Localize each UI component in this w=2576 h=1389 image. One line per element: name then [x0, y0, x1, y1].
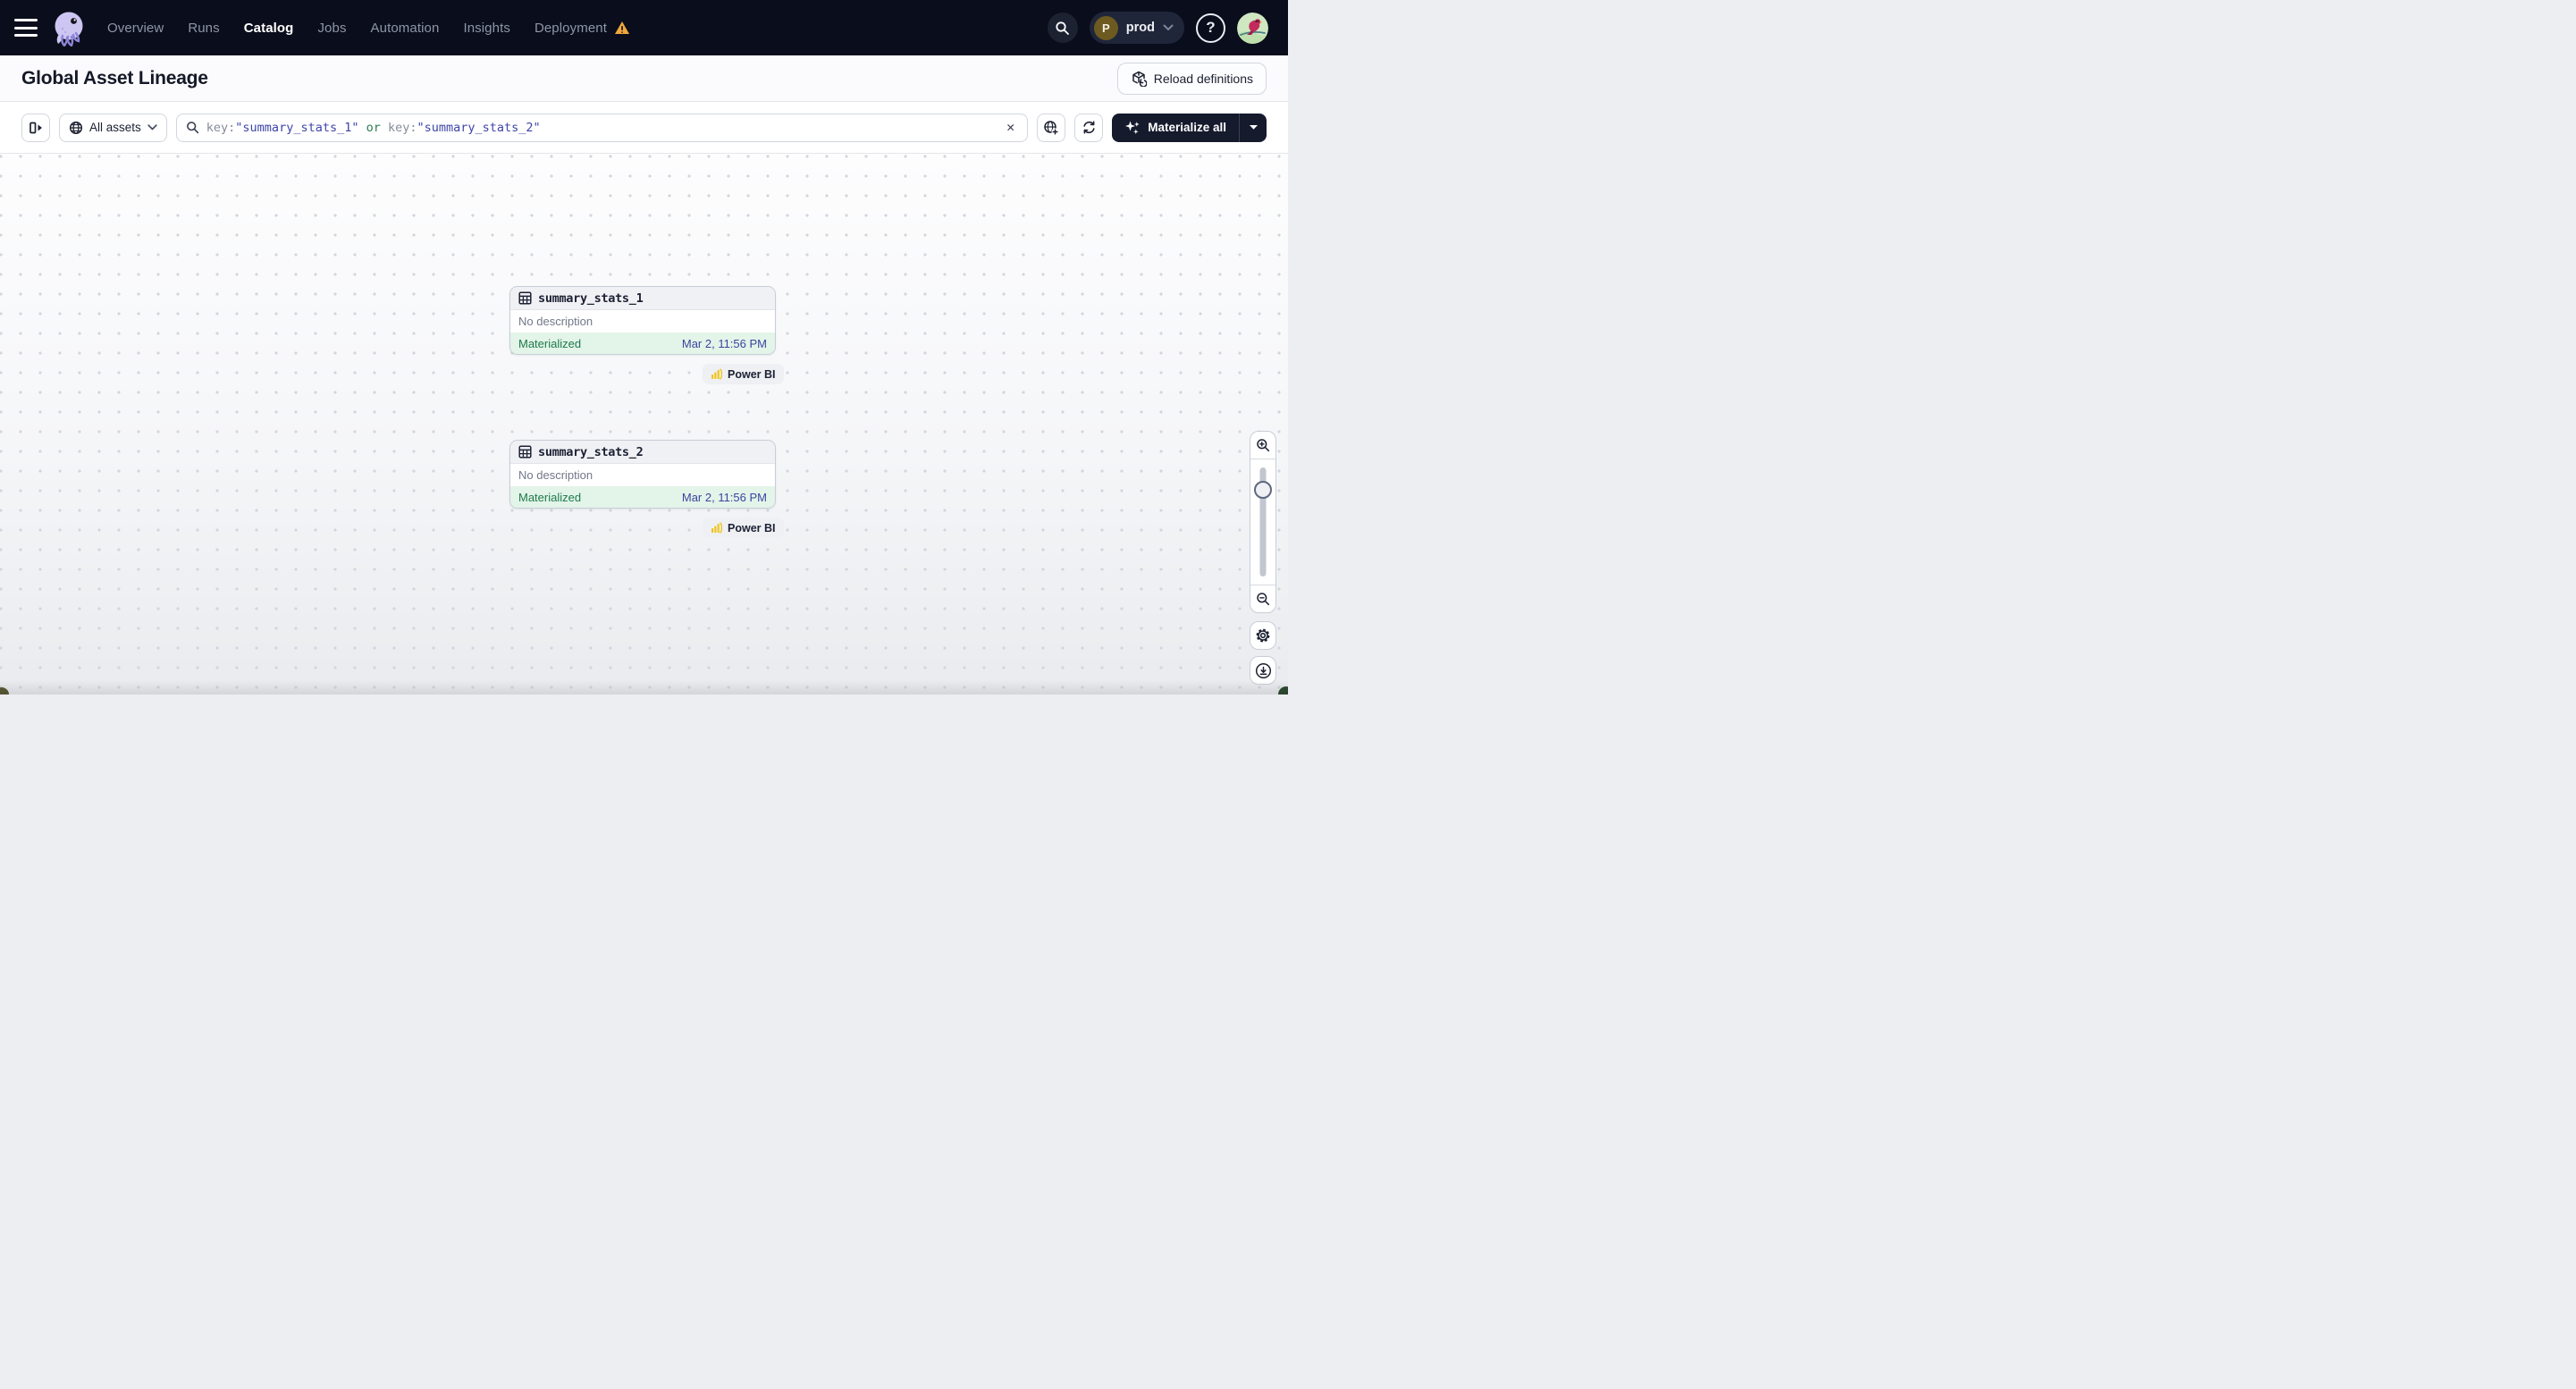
nav-item-jobs[interactable]: Jobs: [317, 21, 346, 36]
asset-name: summary_stats_2: [538, 444, 644, 459]
search-icon: [186, 122, 198, 134]
nav-item-deployment[interactable]: Deployment: [535, 21, 630, 36]
asset-name: summary_stats_1: [538, 290, 644, 306]
workspace-avatar: P: [1093, 15, 1118, 40]
dagster-logo[interactable]: [50, 9, 88, 46]
chevron-down-icon: [147, 124, 157, 130]
search-query-text: key:"summary_stats_1" or key:"summary_st…: [206, 120, 541, 135]
materialize-options-button[interactable]: [1239, 113, 1267, 142]
help-icon: ?: [1206, 19, 1216, 36]
asset-tag-label: Power BI: [728, 521, 776, 535]
status-badge: Materialized: [518, 336, 582, 350]
hamburger-menu-icon[interactable]: [14, 19, 38, 37]
warning-icon: [614, 21, 629, 34]
page-header: Global Asset Lineage Reload definitions: [0, 55, 1288, 102]
nav-item-insights[interactable]: Insights: [463, 21, 510, 36]
reload-definitions-label: Reload definitions: [1153, 71, 1253, 86]
nav-item-deployment-label: Deployment: [534, 20, 607, 36]
asset-scope-dropdown[interactable]: All assets: [59, 113, 167, 142]
zoom-out-icon: [1257, 593, 1270, 606]
asset-tag-label: Power BI: [728, 367, 776, 381]
panel-toggle-icon: [29, 122, 42, 133]
asset-tag-power-bi[interactable]: Power BI: [703, 364, 784, 384]
asset-node-header: summary_stats_1: [510, 287, 775, 310]
power-bi-icon: [711, 522, 722, 534]
zoom-in-button[interactable]: [1250, 432, 1275, 459]
asset-node-status-row: Materialized Mar 2, 11:56 PM: [510, 486, 775, 508]
table-icon: [518, 445, 532, 459]
materialization-timestamp[interactable]: Mar 2, 11:56 PM: [682, 491, 767, 504]
nav-item-runs[interactable]: Runs: [188, 21, 219, 36]
primary-nav: Overview Runs Catalog Jobs Automation In…: [107, 21, 630, 36]
reload-cube-icon: [1132, 71, 1147, 87]
materialize-all-label: Materialize all: [1148, 121, 1226, 134]
asset-search-input[interactable]: key:"summary_stats_1" or key:"summary_st…: [175, 113, 1029, 142]
reload-definitions-button[interactable]: Reload definitions: [1116, 62, 1267, 95]
table-icon: [518, 291, 532, 305]
view-full-lineage-button[interactable]: [1037, 113, 1066, 142]
materialize-all-button[interactable]: Materialize all: [1112, 114, 1239, 142]
nav-item-catalog[interactable]: Catalog: [244, 21, 294, 36]
asset-node-body: No description: [510, 464, 775, 486]
zoom-out-button[interactable]: [1250, 585, 1275, 612]
asset-node-summary-stats-1[interactable]: summary_stats_1 No description Materiali…: [509, 286, 776, 355]
workspace-switcher[interactable]: P prod: [1089, 12, 1184, 44]
lineage-toolbar: All assets key:"summary_stats_1" or key:…: [0, 102, 1288, 154]
asset-tag-power-bi[interactable]: Power BI: [703, 518, 784, 538]
lineage-canvas[interactable]: summary_stats_1 No description Materiali…: [0, 154, 1288, 694]
status-badge: Materialized: [518, 490, 582, 504]
graph-settings-button[interactable]: [1250, 621, 1276, 650]
zoom-controls: [1250, 431, 1276, 613]
clear-search-icon[interactable]: ✕: [1003, 119, 1018, 136]
asset-node-body: No description: [510, 310, 775, 333]
sparkles-icon: [1125, 121, 1140, 134]
asset-node-summary-stats-2[interactable]: summary_stats_2 No description Materiali…: [509, 440, 776, 509]
window-corner-artifact: [1278, 686, 1288, 694]
nav-item-overview[interactable]: Overview: [107, 21, 164, 36]
page-title: Global Asset Lineage: [21, 67, 208, 88]
globe-add-icon: [1044, 120, 1059, 135]
user-avatar[interactable]: [1237, 12, 1268, 44]
zoom-slider: [1250, 459, 1275, 585]
materialization-timestamp[interactable]: Mar 2, 11:56 PM: [682, 337, 767, 350]
asset-node-status-row: Materialized Mar 2, 11:56 PM: [510, 333, 775, 354]
zoom-in-icon: [1257, 439, 1270, 452]
window-corner-artifact: [0, 687, 9, 694]
settings-gear-icon: [1256, 628, 1270, 643]
download-image-button[interactable]: [1250, 656, 1276, 685]
search-icon: [1056, 21, 1070, 35]
zoom-slider-thumb[interactable]: [1254, 481, 1272, 499]
asset-node-header: summary_stats_2: [510, 441, 775, 464]
asset-description: No description: [518, 315, 593, 328]
top-navbar: Overview Runs Catalog Jobs Automation In…: [0, 0, 1288, 55]
help-button[interactable]: ?: [1196, 13, 1225, 43]
global-search-button[interactable]: [1047, 13, 1078, 43]
refresh-icon: [1083, 121, 1095, 134]
power-bi-icon: [711, 368, 722, 380]
download-icon: [1255, 662, 1271, 678]
refresh-graph-button[interactable]: [1074, 113, 1104, 142]
chevron-down-icon: [1163, 24, 1174, 30]
nav-item-automation[interactable]: Automation: [371, 21, 440, 36]
open-left-panel-button[interactable]: [21, 113, 50, 142]
globe-icon: [69, 121, 83, 134]
asset-scope-label: All assets: [89, 121, 141, 134]
workspace-name: prod: [1125, 21, 1155, 35]
caret-down-icon: [1249, 125, 1258, 130]
asset-description: No description: [518, 468, 593, 482]
materialize-split-button: Materialize all: [1112, 113, 1267, 142]
